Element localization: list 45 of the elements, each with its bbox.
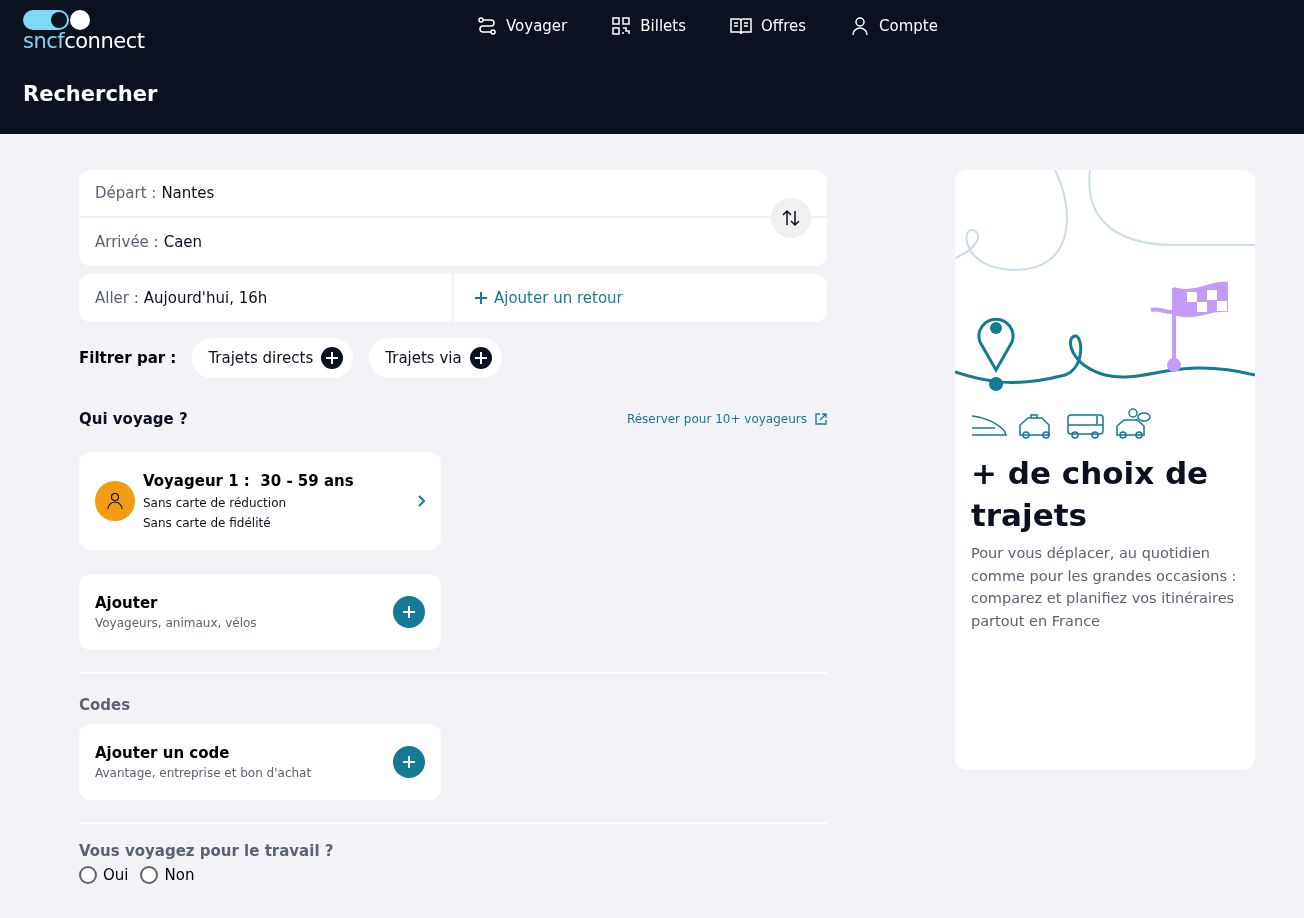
section-heading: Codes — [79, 696, 132, 714]
logo-text[interactable]: sncfconnect — [23, 30, 145, 52]
swap-icon — [781, 209, 801, 227]
external-link-icon — [815, 413, 827, 425]
plus-icon — [473, 351, 488, 365]
traveller-detail: Sans carte de fidélité — [143, 516, 272, 530]
add-code-card[interactable]: Ajouter un code Avantage, entreprise et bon d'achat — [79, 724, 441, 800]
group-booking-link[interactable]: Réserver pour 10+ voyageurs — [626, 412, 827, 426]
traveller-detail: Sans carte de réduction — [143, 496, 288, 510]
chevron-right-icon — [417, 495, 425, 507]
add-traveller-card[interactable]: Ajouter Voyageurs, animaux, vélos — [79, 574, 441, 650]
nav-link[interactable]: Billets — [611, 16, 686, 36]
radio-option[interactable]: Non — [140, 866, 195, 884]
plus-icon — [402, 755, 416, 769]
question-label: Vous voyagez pour le travail ? — [79, 842, 335, 860]
outbound-field[interactable]: Aller : Aujourd'hui, 16h — [79, 274, 454, 322]
page-title: Rechercher — [23, 82, 159, 106]
card-title: Ajouter un code — [95, 744, 231, 762]
toggle-logo-icon — [23, 10, 91, 30]
promo-text: Pour vous déplacer, au quotidien comme pour les grandes occasions : comparez et planifiez vos itinéraires partout en France — [971, 544, 1238, 631]
filter-chip[interactable]: Trajets directs — [192, 338, 354, 378]
card-subtitle: Voyageurs, animaux, vélos — [95, 616, 258, 630]
traveller-card[interactable]: Voyageur 1 : 30 - 59 ans Sans carte de réduction Sans carte de fidélité — [79, 452, 441, 550]
filter-label: Filtrer par : — [79, 349, 177, 367]
radio-option[interactable]: Oui — [79, 866, 129, 884]
user-icon — [850, 16, 870, 36]
nav-link[interactable]: Offres — [730, 16, 806, 36]
book-icon — [730, 16, 752, 36]
card-title: Ajouter — [95, 594, 159, 612]
promo-title: + de choix de trajets — [971, 454, 1210, 535]
arrival-field[interactable]: Arrivée : Caen — [79, 218, 827, 266]
avatar-icon — [95, 481, 135, 521]
nav-link[interactable]: Voyager — [477, 16, 568, 36]
card-subtitle: Avantage, entreprise et bon d'achat — [95, 766, 313, 780]
traveller-name: Voyageur 1 : 30 - 59 ans — [143, 472, 355, 490]
plus-icon — [402, 605, 416, 619]
qr-code-icon — [611, 16, 632, 36]
plus-icon — [474, 291, 488, 305]
nav-link[interactable]: Compte — [850, 16, 938, 36]
add-return-link[interactable]: Ajouter un retour — [474, 289, 623, 307]
plus-icon — [325, 351, 340, 365]
swap-button[interactable] — [771, 198, 811, 238]
route-icon — [477, 16, 497, 36]
filter-chip[interactable]: Trajets via — [369, 338, 502, 378]
section-heading: Qui voyage ? — [79, 410, 188, 428]
